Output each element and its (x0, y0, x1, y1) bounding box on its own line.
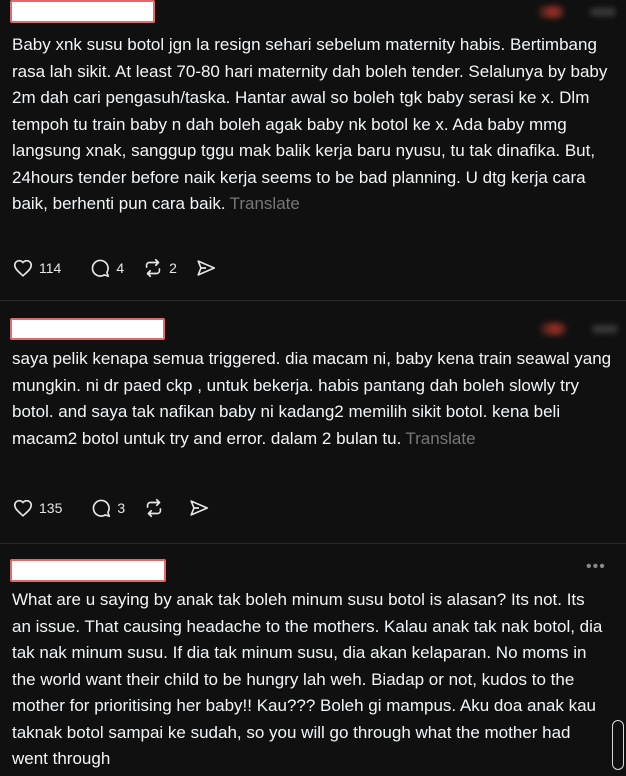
share-icon (197, 260, 215, 276)
redacted-username (10, 0, 155, 23)
more-options-icon[interactable]: ••• (586, 558, 606, 576)
post-divider (0, 543, 626, 544)
reply-count: 3 (117, 500, 126, 516)
share-icon (190, 500, 209, 516)
like-button[interactable]: 114 (12, 257, 61, 279)
repost-count: 2 (169, 260, 177, 276)
like-count: 135 (39, 500, 63, 516)
reply-button[interactable]: 4 (89, 257, 124, 279)
action-bar: 135 3 (12, 496, 228, 520)
post-body: saya pelik kenapa semua triggered. dia m… (12, 346, 612, 452)
redacted-username (10, 318, 165, 340)
post-body: What are u saying by anak tak boleh minu… (12, 587, 607, 773)
post-divider (0, 300, 626, 301)
share-button[interactable] (195, 257, 217, 279)
heart-icon (13, 499, 33, 517)
like-button[interactable]: 135 (12, 497, 62, 519)
reply-button[interactable]: 3 (90, 497, 125, 519)
like-count: 114 (39, 260, 62, 276)
repost-button[interactable]: 2 (142, 257, 177, 279)
redacted-username (10, 559, 166, 582)
comment-icon (92, 259, 110, 278)
blurred-avatar (538, 6, 564, 18)
blurred-timestamp (592, 325, 618, 333)
share-button[interactable] (188, 497, 210, 519)
reply-count: 4 (116, 260, 125, 276)
comment-icon (93, 499, 111, 518)
post-text: Baby xnk susu botol jgn la resign sehari… (12, 35, 608, 213)
repost-icon (145, 258, 161, 278)
translate-link[interactable]: Translate (405, 429, 475, 448)
blurred-timestamp (590, 8, 616, 16)
repost-button[interactable] (143, 497, 170, 519)
blurred-avatar (540, 323, 566, 335)
repost-icon (146, 498, 162, 518)
heart-icon (13, 259, 33, 277)
post-body: Baby xnk susu botol jgn la resign sehari… (12, 32, 612, 218)
post-text: What are u saying by anak tak boleh minu… (12, 590, 603, 768)
post-text: saya pelik kenapa semua triggered. dia m… (12, 349, 612, 448)
scrollbar[interactable] (612, 720, 624, 770)
action-bar: 114 4 2 (12, 256, 235, 280)
translate-link[interactable]: Translate (230, 194, 300, 213)
